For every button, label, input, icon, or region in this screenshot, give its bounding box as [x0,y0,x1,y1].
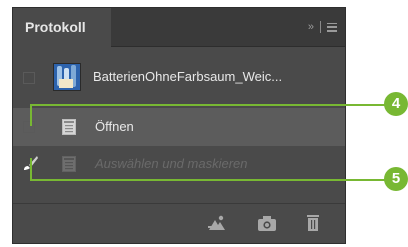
panel-controls: » [308,18,337,36]
history-panel: Protokoll » BatterienOhneFarbsaum_Weic..… [12,7,346,244]
history-step-label: Auswählen und maskieren [95,156,248,171]
collapse-panel-icon[interactable]: » [308,21,314,33]
snapshot-source-slot[interactable] [23,72,35,84]
controls-divider [320,21,321,33]
snapshot-label: BatterienOhneFarbsaum_Weic... [93,69,283,84]
tab-protokoll[interactable]: Protokoll [13,8,111,47]
panel-bottom-toolbar [13,203,345,243]
history-step-select-and-mask[interactable]: Auswählen und maskieren [13,148,345,180]
document-icon [62,119,76,135]
history-step-label: Öffnen [95,119,134,134]
trash-icon[interactable] [303,214,323,232]
history-source-slot[interactable] [23,121,35,133]
callout-4-connector [30,104,32,126]
document-icon [62,156,76,172]
new-document-from-state-icon[interactable] [207,214,227,232]
camera-icon[interactable] [257,214,277,232]
snapshot-thumbnail [53,63,81,91]
history-snapshot-row[interactable]: BatterienOhneFarbsaum_Weic... [13,56,345,96]
callout-5-connector [30,158,32,180]
panel-menu-icon[interactable] [327,22,337,32]
callout-badge-4: 4 [384,92,408,116]
history-step-open[interactable]: Öffnen [13,108,345,146]
callout-4-line [30,104,385,106]
callout-badge-5: 5 [384,167,408,191]
callout-5-line [30,179,385,181]
panel-tab-strip: Protokoll » [13,8,345,47]
screenshot-stage: Protokoll » BatterienOhneFarbsaum_Weic..… [0,0,408,247]
